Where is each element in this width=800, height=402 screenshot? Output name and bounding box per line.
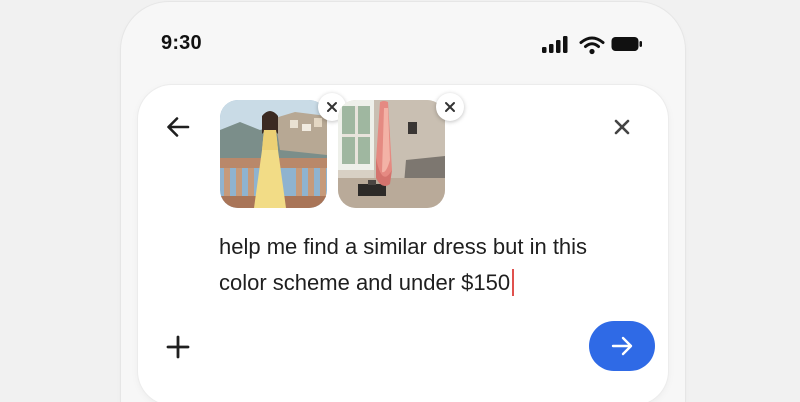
- close-icon: [614, 119, 630, 135]
- close-button[interactable]: [606, 111, 638, 143]
- phone-frame: 9:30 help me find a similar dress but in…: [121, 2, 685, 402]
- status-bar: 9:30: [121, 2, 685, 82]
- woman-yellow-dress-image: [220, 100, 327, 208]
- wifi-icon: [579, 36, 605, 55]
- prompt-input[interactable]: help me find a similar dress but in this…: [219, 229, 639, 301]
- plus-icon: [166, 335, 190, 359]
- close-icon: [445, 102, 455, 112]
- text-caret: [512, 269, 515, 296]
- battery-icon: [611, 37, 642, 51]
- arrow-left-icon: [167, 117, 190, 137]
- add-attachment-button[interactable]: [160, 329, 196, 365]
- remove-attachment-2-button[interactable]: [436, 93, 464, 121]
- signal-icon: [542, 36, 568, 53]
- arrow-right-icon: [611, 336, 633, 356]
- room-pink-scarf-image: [338, 100, 445, 208]
- status-time: 9:30: [161, 32, 202, 54]
- attachment-room-pink-scarf-photo[interactable]: [338, 100, 445, 208]
- attachment-woman-yellow-dress-photo[interactable]: [220, 100, 327, 208]
- back-button[interactable]: [160, 109, 196, 145]
- send-button[interactable]: [589, 321, 655, 371]
- prompt-composer-card: help me find a similar dress but in this…: [138, 85, 668, 402]
- close-icon: [327, 102, 337, 112]
- prompt-text: help me find a similar dress but in this…: [219, 234, 588, 295]
